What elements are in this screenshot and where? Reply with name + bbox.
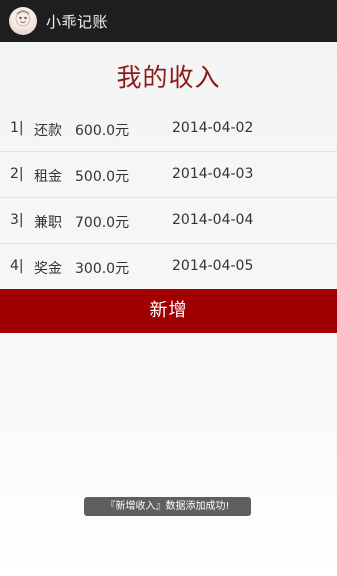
item-index: 2| — [10, 166, 24, 182]
item-amount: 300.0元 — [75, 261, 130, 277]
item-index: 3| — [10, 212, 24, 228]
list-item[interactable]: 2| 租金 500.0元 2014-04-03 — [0, 152, 337, 198]
list-item[interactable]: 3| 兼职 700.0元 2014-04-04 — [0, 198, 337, 244]
toast-message: 『新增收入』数据添加成功! — [84, 497, 251, 516]
item-category: 还款 — [34, 123, 62, 139]
item-category: 租金 — [34, 169, 62, 185]
app-logo-icon[interactable] — [9, 7, 37, 35]
add-income-button[interactable]: 新增 — [0, 289, 337, 333]
page-title: 我的收入 — [116, 63, 221, 92]
list-item[interactable]: 4| 奖金 300.0元 2014-04-05 — [0, 244, 337, 289]
item-date: 2014-04-03 — [172, 166, 254, 182]
list-item[interactable]: 1| 还款 600.0元 2014-04-02 — [0, 106, 337, 152]
item-index: 1| — [10, 120, 24, 136]
app-title: 小乖记账 — [46, 12, 109, 31]
item-index: 4| — [10, 258, 24, 274]
action-bar: 小乖记账 — [0, 0, 337, 42]
item-amount: 600.0元 — [75, 123, 130, 139]
item-category: 奖金 — [34, 261, 62, 277]
item-date: 2014-04-02 — [172, 120, 254, 136]
item-date: 2014-04-05 — [172, 258, 254, 274]
item-category: 兼职 — [34, 215, 62, 231]
item-amount: 700.0元 — [75, 215, 130, 231]
item-amount: 500.0元 — [75, 169, 130, 185]
income-list: 1| 还款 600.0元 2014-04-02 2| 租金 500.0元 201… — [0, 106, 337, 289]
item-date: 2014-04-04 — [172, 212, 254, 228]
